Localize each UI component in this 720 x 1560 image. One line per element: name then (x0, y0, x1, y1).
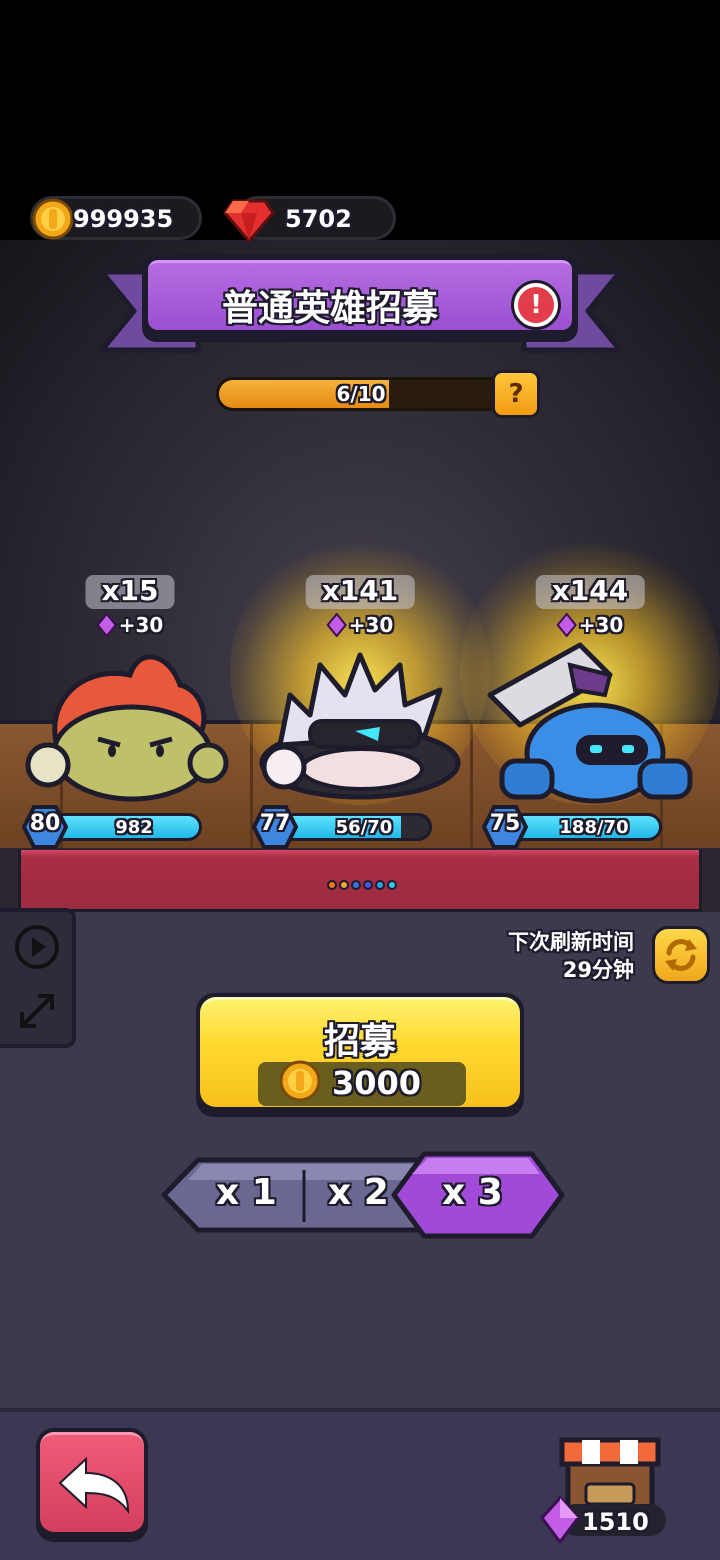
slime-hero-art (25, 654, 229, 802)
coin-balance: 999935 (73, 205, 174, 233)
gem-balance: 5702 (285, 205, 352, 233)
page-dot (339, 880, 349, 890)
refresh-timer: 下次刷新时间 29分钟 (508, 928, 634, 984)
back-button[interactable] (36, 1428, 148, 1542)
page-indicator (327, 880, 397, 890)
page-dot (327, 880, 337, 890)
hero-slot-1[interactable]: x15 +30 982 80 (20, 575, 240, 849)
coin-balance-pill: 999935 (30, 196, 202, 240)
play-icon[interactable] (10, 920, 64, 974)
refresh-button[interactable] (652, 926, 710, 984)
refresh-title: 下次刷新时间 (508, 930, 634, 954)
gem-balance-pill: 5702 (223, 196, 396, 243)
hero-slot-3[interactable]: x144 +30 188/70 75 (460, 535, 720, 849)
hero-count: x141 (305, 575, 415, 609)
page-title: 普通英雄招募 (221, 288, 438, 329)
hero-level: 80 (29, 811, 61, 836)
robot-hero-art (487, 642, 693, 804)
recruit-cost: 3000 (258, 1060, 466, 1106)
bonus-value: +30 (348, 613, 394, 637)
hero-gem-bonus: +30 (326, 613, 394, 637)
progress-label: 6/10 (336, 382, 386, 406)
purple-gem-icon (540, 1496, 580, 1544)
exclamation-icon[interactable]: ! (514, 283, 558, 327)
coin-icon (32, 198, 74, 240)
page-dot (375, 880, 385, 890)
ninja-hero-art (259, 652, 461, 800)
refresh-icon (665, 939, 697, 971)
hero-level: 75 (489, 811, 521, 836)
xp-bar: 56/70 (288, 813, 432, 841)
recruit-progress-bar: 6/10 (216, 377, 506, 411)
help-button[interactable]: ? (492, 370, 540, 418)
coin-icon (279, 1060, 321, 1102)
xp-label: 982 (115, 817, 153, 838)
recruit-button[interactable]: 招募 3000 (196, 993, 524, 1117)
ruby-icon (223, 199, 275, 243)
refresh-time: 29分钟 (562, 958, 634, 982)
purple-gem-icon (326, 613, 347, 637)
hero-slot-2[interactable]: x141 +30 56/70 77 (230, 535, 490, 849)
xp-label: 56/70 (335, 817, 393, 838)
hero-level: 77 (259, 811, 291, 836)
hero-count: x144 (535, 575, 645, 609)
hero-count: x15 (85, 575, 175, 609)
shop-gem-count: 1510 (582, 1508, 649, 1536)
hero-level-row: 56/70 77 (250, 805, 470, 849)
xp-bar: 188/70 (518, 813, 662, 841)
multiplier-x2[interactable]: x 2 (328, 1172, 389, 1213)
xp-label: 188/70 (559, 817, 629, 838)
multiplier-x3[interactable]: x 3 (442, 1172, 503, 1213)
page-dot (387, 880, 397, 890)
cost-value: 3000 (332, 1064, 422, 1102)
hero-level-row: 188/70 75 (480, 805, 700, 849)
hero-gem-bonus: +30 (556, 613, 624, 637)
back-arrow-icon (58, 1456, 130, 1515)
hero-gem-bonus: +30 (96, 613, 164, 637)
bonus-value: +30 (118, 613, 164, 637)
bonus-value: +30 (578, 613, 624, 637)
recruit-label: 招募 (323, 1021, 396, 1062)
side-toolbar (0, 908, 76, 1048)
hero-level-row: 982 80 (20, 805, 240, 849)
title-banner: 普通英雄招募 ! (142, 254, 578, 342)
expand-icon[interactable] (10, 984, 64, 1038)
purple-gem-icon (556, 613, 577, 637)
page-dot (363, 880, 373, 890)
page-dot (351, 880, 361, 890)
xp-bar: 982 (58, 813, 202, 841)
multiplier-selector: x 1 x 2 x 3 (158, 1150, 568, 1240)
multiplier-x1[interactable]: x 1 (216, 1172, 277, 1213)
purple-gem-icon (96, 613, 117, 637)
